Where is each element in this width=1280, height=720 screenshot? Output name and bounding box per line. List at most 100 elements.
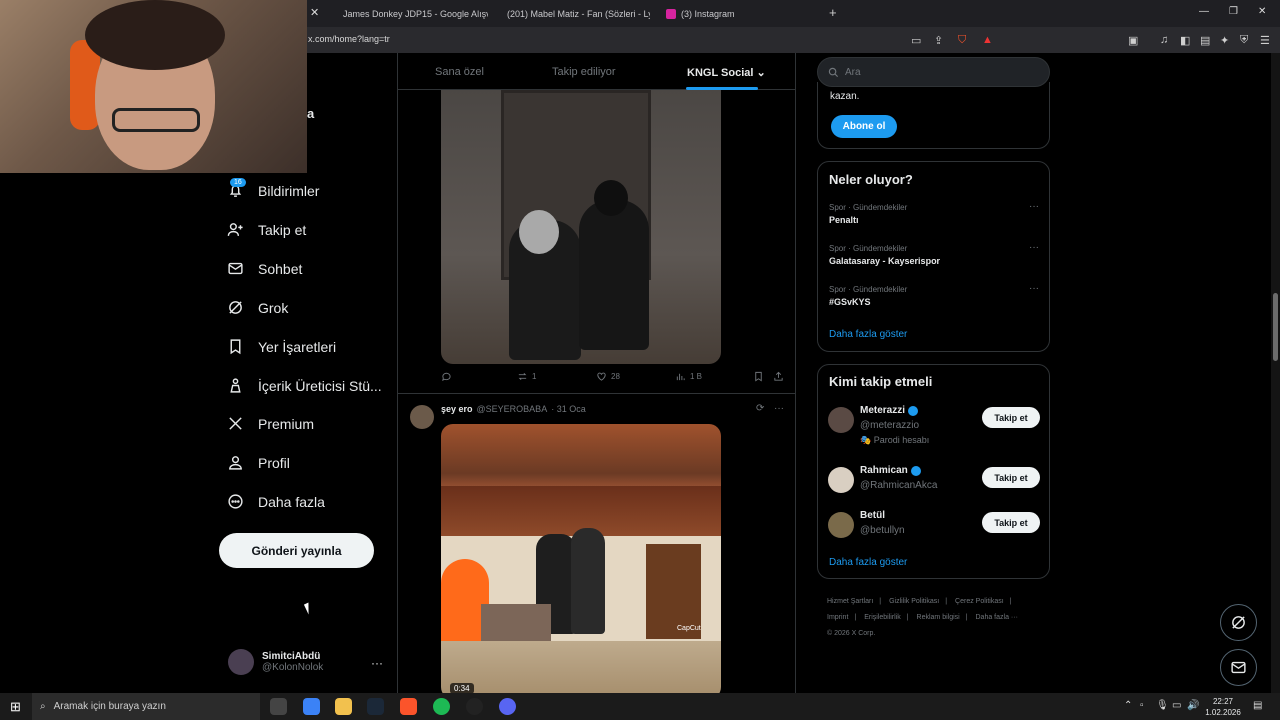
tray-chevron-icon[interactable]: ⌃ (1124, 700, 1132, 711)
trend-item[interactable]: Spor · Gündemdekiler Galatasaray - Kayse… (829, 242, 1039, 266)
footer-link-ads-info[interactable]: Reklam bilgisi (917, 614, 960, 621)
trend-item[interactable]: Spor · Gündemdekiler #GSvKYS ··· (829, 283, 1039, 307)
leo-icon[interactable]: ✦ (1220, 34, 1229, 47)
follow-suggestion[interactable]: Meterazzi @meterazzio 🎭 Parodi hesabı Ta… (828, 405, 1040, 445)
post-date[interactable]: · 31 Oca (551, 404, 586, 414)
volume-icon[interactable]: 🔊 (1187, 700, 1199, 711)
brave-icon[interactable] (400, 698, 417, 715)
notification-center-icon[interactable]: ▤ (1253, 700, 1262, 711)
who-show-more-link[interactable]: Daha fazla göster (829, 557, 907, 568)
follow-suggestion[interactable]: Rahmican @RahmicanAkca Takip et (828, 465, 1040, 505)
views-button[interactable]: 1 B (675, 371, 702, 382)
like-count: 28 (611, 372, 620, 381)
brave-shield-icon[interactable]: ⛉ (958, 34, 966, 47)
cast-icon[interactable]: ▭ (911, 34, 921, 47)
share-button[interactable] (773, 371, 784, 382)
wallet-icon[interactable]: ▤ (1200, 34, 1210, 47)
minimize-button[interactable]: — (1199, 6, 1209, 17)
sidebar-item-bookmarks[interactable]: Yer İşaretleri (227, 338, 336, 355)
tab-for-you[interactable]: Sana özel (435, 66, 484, 78)
copilot-icon[interactable] (303, 698, 320, 715)
sidebar-item-creator-studio[interactable]: İçerik Üreticisi Stü... (227, 377, 382, 394)
repost-button[interactable]: 1 (517, 371, 536, 382)
vpn-icon[interactable]: ⛨ (1240, 34, 1248, 47)
tab-google-shopping[interactable]: James Donkey JDP15 - Google Alışve (338, 4, 488, 24)
tab-youtube[interactable]: (201) Mabel Matiz - Fan (Sözleri - Lyr (502, 4, 650, 24)
mic-icon[interactable]: 🎙 (1156, 700, 1169, 711)
sidebar-item-more[interactable]: Daha fazla (227, 493, 325, 510)
account-more-icon[interactable]: ··· (371, 656, 383, 670)
tab-following[interactable]: Takip ediliyor (552, 66, 616, 78)
obs-icon[interactable] (466, 698, 483, 715)
trend-more-icon[interactable]: ··· (1029, 201, 1039, 212)
sidebar-item-chat[interactable]: Sohbet (227, 260, 302, 277)
video-webcam-inset (481, 604, 551, 641)
tab-instagram[interactable]: (3) Instagram (666, 4, 816, 24)
footer-link-cookies[interactable]: Çerez Politikası (955, 598, 1004, 605)
avatar[interactable] (410, 405, 434, 429)
close-tab-icon[interactable]: ✕ (310, 6, 319, 19)
trend-more-icon[interactable]: ··· (1029, 242, 1039, 253)
steam-icon[interactable] (367, 698, 384, 715)
follow-button[interactable]: Takip et (982, 512, 1040, 533)
follow-button[interactable]: Takip et (982, 467, 1040, 488)
sidebar-item-follow[interactable]: Takip et (227, 221, 306, 238)
windows-start-icon[interactable]: ⊞ (10, 699, 21, 715)
sidebar-item-label: Bildirimler (258, 182, 320, 199)
bookmark-button[interactable] (753, 371, 764, 382)
taskbar-clock[interactable]: 22:27 1.02.2026 (1200, 696, 1246, 718)
file-explorer-icon[interactable] (335, 698, 352, 715)
sidebar-toggle-icon[interactable]: ▣ (1128, 34, 1138, 47)
views-icon (676, 373, 685, 381)
grok-explain-icon[interactable]: ⟳ (756, 403, 764, 414)
sidebar-item-grok[interactable]: Grok (227, 299, 288, 316)
network-icon[interactable]: ▭ (1172, 700, 1181, 711)
sidebar-item-premium[interactable]: Premium (227, 415, 314, 432)
post-author-handle[interactable]: @SEYEROBABA (477, 404, 548, 414)
search-input[interactable] (845, 66, 1035, 78)
post-author-name[interactable]: şey ero (441, 404, 473, 414)
menu-icon[interactable]: ☰ (1260, 34, 1270, 47)
follow-button[interactable]: Takip et (982, 407, 1040, 428)
close-window-button[interactable]: ✕ (1258, 6, 1266, 17)
sidebar-item-profile[interactable]: Profil (227, 454, 290, 471)
page-scrollbar[interactable] (1271, 53, 1280, 693)
brave-rewards-icon[interactable]: ▲ (982, 34, 993, 46)
scrollbar-thumb[interactable] (1273, 293, 1278, 361)
footer-link-accessibility[interactable]: Erişilebilirlik (864, 614, 901, 621)
follow-suggestion[interactable]: Betül @betullyn Takip et (828, 510, 1040, 550)
footer-link-imprint[interactable]: Imprint (827, 614, 848, 621)
footer-separator: | (879, 598, 882, 605)
like-button[interactable]: 28 (596, 371, 620, 382)
discord-icon[interactable] (499, 698, 516, 715)
spotify-icon[interactable] (433, 698, 450, 715)
post-media-image[interactable] (441, 90, 721, 364)
messages-fab-button[interactable] (1220, 649, 1257, 686)
subscribe-button[interactable]: Abone ol (831, 115, 897, 138)
tab-kngl-social[interactable]: KNGL Social ⌄ (687, 66, 766, 79)
url-field[interactable]: x.com/home?lang=tr (308, 34, 390, 44)
media-icon[interactable]: ♫ (1160, 34, 1168, 46)
trend-item[interactable]: Spor · Gündemdekiler Penaltı ··· (829, 201, 1039, 225)
panel-icon[interactable]: ◧ (1180, 34, 1190, 47)
tray-app-icon[interactable]: ▫ (1140, 700, 1144, 711)
taskbar-search[interactable]: ⌕ Aramak için buraya yazın (32, 693, 260, 720)
post-more-icon[interactable]: ··· (774, 403, 784, 414)
trends-show-more-link[interactable]: Daha fazla göster (829, 329, 907, 340)
account-switcher[interactable]: SimitciAbdü @KolonNolok (228, 649, 323, 675)
repost-icon (518, 372, 527, 381)
footer-link-terms[interactable]: Hizmet Şartları (827, 598, 873, 605)
grok-fab-button[interactable] (1220, 604, 1257, 641)
post-media-video[interactable]: CapCut (441, 424, 721, 693)
restore-button[interactable]: ❐ (1229, 6, 1238, 17)
new-tab-button[interactable]: + (829, 5, 837, 20)
post-button[interactable]: Gönderi yayınla (219, 533, 374, 568)
footer-link-more[interactable]: Daha fazla ··· (976, 614, 1018, 621)
trend-name: Penaltı (829, 215, 859, 225)
reply-button[interactable] (441, 371, 452, 382)
trend-more-icon[interactable]: ··· (1029, 283, 1039, 294)
task-view-icon[interactable] (270, 698, 287, 715)
footer-link-privacy[interactable]: Gizlilik Politikası (889, 598, 939, 605)
share-icon[interactable]: ⇪ (934, 34, 943, 47)
trend-name: Galatasaray - Kayserispor (829, 256, 941, 266)
